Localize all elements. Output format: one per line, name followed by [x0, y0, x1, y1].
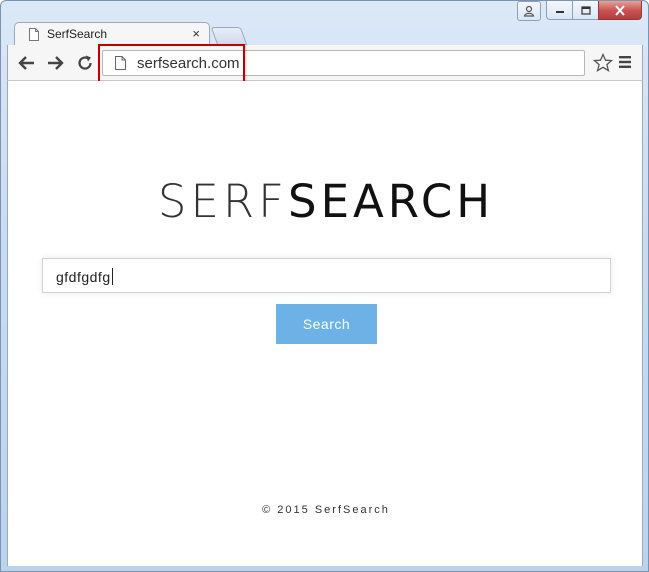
browser-window: SerfSearch × serfsearch.com SERFSEARCH g…: [0, 0, 649, 572]
tab-close-button[interactable]: ×: [192, 26, 200, 41]
close-icon: [615, 4, 625, 16]
reload-icon: [78, 55, 92, 70]
search-text: gfdfgdfg: [56, 269, 111, 285]
window-controls: [517, 1, 642, 21]
restore-button[interactable]: [572, 1, 599, 20]
user-profile-button[interactable]: [517, 1, 541, 21]
minimize-icon: [555, 11, 564, 13]
star-icon[interactable]: [593, 53, 613, 73]
footer-copyright: © 2015 SerfSearch: [262, 504, 390, 516]
close-window-button[interactable]: [598, 1, 642, 20]
back-button[interactable]: [15, 51, 39, 75]
forward-arrow-icon: [48, 56, 64, 70]
search-button[interactable]: Search: [276, 304, 377, 344]
page-icon: [29, 28, 39, 41]
page-content: SERFSEARCH gfdfgdfg Search © 2015 SerfSe…: [7, 81, 643, 566]
user-icon: [523, 5, 535, 17]
forward-button[interactable]: [43, 51, 67, 75]
serfsearch-logo: SERFSEARCH: [8, 175, 644, 228]
text-caret: [111, 268, 113, 285]
address-highlight-box: [98, 44, 245, 85]
tab-title: SerfSearch: [47, 27, 108, 41]
tab-serfsearch[interactable]: SerfSearch ×: [14, 22, 210, 46]
new-tab-button[interactable]: [210, 27, 248, 45]
search-input[interactable]: gfdfgdfg: [42, 258, 611, 293]
back-arrow-icon: [18, 56, 34, 70]
logo-serf: SERF: [157, 175, 289, 228]
restore-icon: [580, 6, 591, 15]
search-input-value: gfdfgdfg: [56, 268, 113, 285]
logo-search: SEARCH: [288, 175, 495, 228]
minimize-button[interactable]: [546, 1, 573, 20]
hamburger-menu-icon[interactable]: [618, 55, 632, 69]
reload-button[interactable]: [73, 51, 97, 75]
